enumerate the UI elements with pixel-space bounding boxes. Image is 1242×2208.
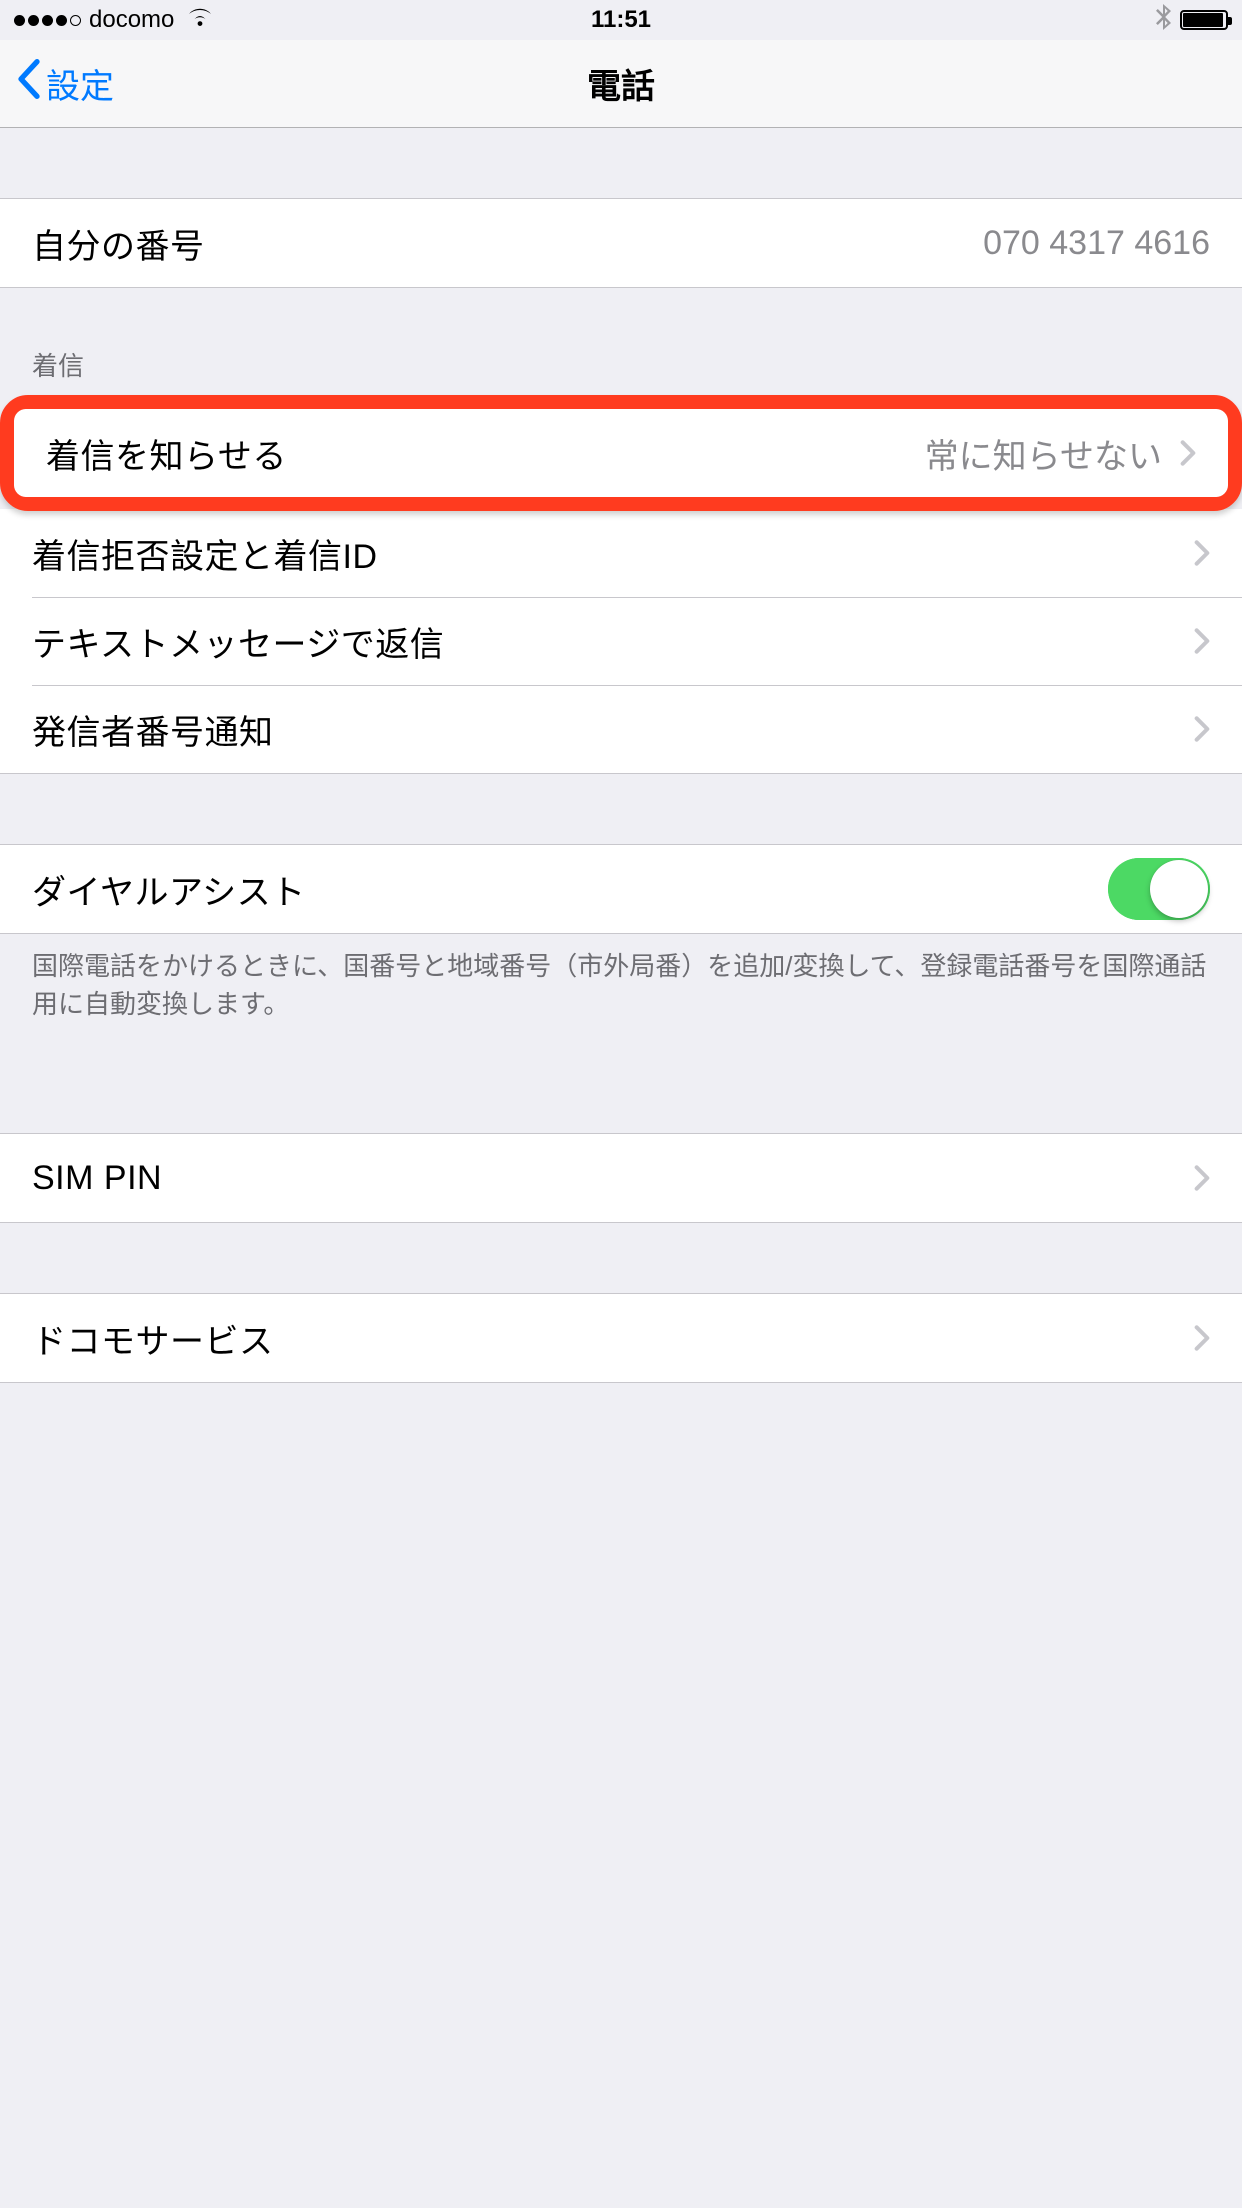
incoming-group: 着信拒否設定と着信ID テキストメッセージで返信 発信者番号通知 (0, 509, 1242, 774)
chevron-right-icon (1194, 539, 1210, 567)
status-time: 11:51 (591, 6, 651, 34)
call-blocking-label: 着信拒否設定と着信ID (32, 529, 378, 578)
sim-pin-cell[interactable]: SIM PIN (0, 1134, 1242, 1222)
page-title: 電話 (587, 59, 655, 108)
chevron-right-icon (1194, 1164, 1210, 1192)
chevron-left-icon (16, 59, 42, 108)
back-label: 設定 (46, 59, 114, 108)
docomo-cell[interactable]: ドコモサービス (0, 1294, 1242, 1382)
my-number-group: 自分の番号 070 4317 4616 (0, 198, 1242, 288)
text-reply-cell[interactable]: テキストメッセージで返信 (0, 597, 1242, 685)
dial-assist-group: ダイヤルアシスト (0, 844, 1242, 934)
sim-pin-label: SIM PIN (32, 1159, 162, 1198)
status-bar: docomo 11:51 (0, 0, 1242, 40)
caller-id-label: 発信者番号通知 (32, 705, 274, 754)
dial-assist-cell: ダイヤルアシスト (0, 845, 1242, 933)
my-number-value: 070 4317 4616 (983, 224, 1210, 263)
my-number-cell[interactable]: 自分の番号 070 4317 4616 (0, 199, 1242, 287)
dial-assist-toggle[interactable] (1108, 858, 1210, 920)
text-reply-label: テキストメッセージで返信 (32, 617, 444, 666)
carrier-label: docomo (89, 6, 174, 34)
chevron-right-icon (1194, 627, 1210, 655)
wifi-icon (186, 6, 214, 35)
docomo-group: ドコモサービス (0, 1293, 1242, 1383)
incoming-header: 着信 (0, 346, 1242, 397)
battery-icon (1180, 10, 1228, 30)
dial-assist-note: 国際電話をかけるときに、国番号と地域番号（市外局番）を追加/変換して、登録電話番… (0, 934, 1242, 1023)
caller-id-cell[interactable]: 発信者番号通知 (0, 685, 1242, 773)
nav-bar: 設定 電話 (0, 40, 1242, 128)
status-right (1156, 4, 1228, 37)
announce-calls-label: 着信を知らせる (46, 429, 287, 478)
announce-calls-cell[interactable]: 着信を知らせる 常に知らせない (14, 409, 1228, 497)
back-button[interactable]: 設定 (8, 40, 122, 127)
call-blocking-cell[interactable]: 着信拒否設定と着信ID (0, 509, 1242, 597)
chevron-right-icon (1194, 1324, 1210, 1352)
dial-assist-label: ダイヤルアシスト (32, 865, 306, 914)
signal-strength-icon (14, 15, 81, 26)
status-left: docomo (14, 6, 214, 35)
chevron-right-icon (1194, 715, 1210, 743)
my-number-label: 自分の番号 (32, 219, 205, 268)
announce-calls-value: 常に知らせない (925, 429, 1162, 478)
highlight-announce-calls: 着信を知らせる 常に知らせない (0, 395, 1242, 511)
chevron-right-icon (1180, 439, 1196, 467)
bluetooth-icon (1156, 4, 1172, 37)
sim-pin-group: SIM PIN (0, 1133, 1242, 1223)
docomo-label: ドコモサービス (32, 1314, 274, 1363)
